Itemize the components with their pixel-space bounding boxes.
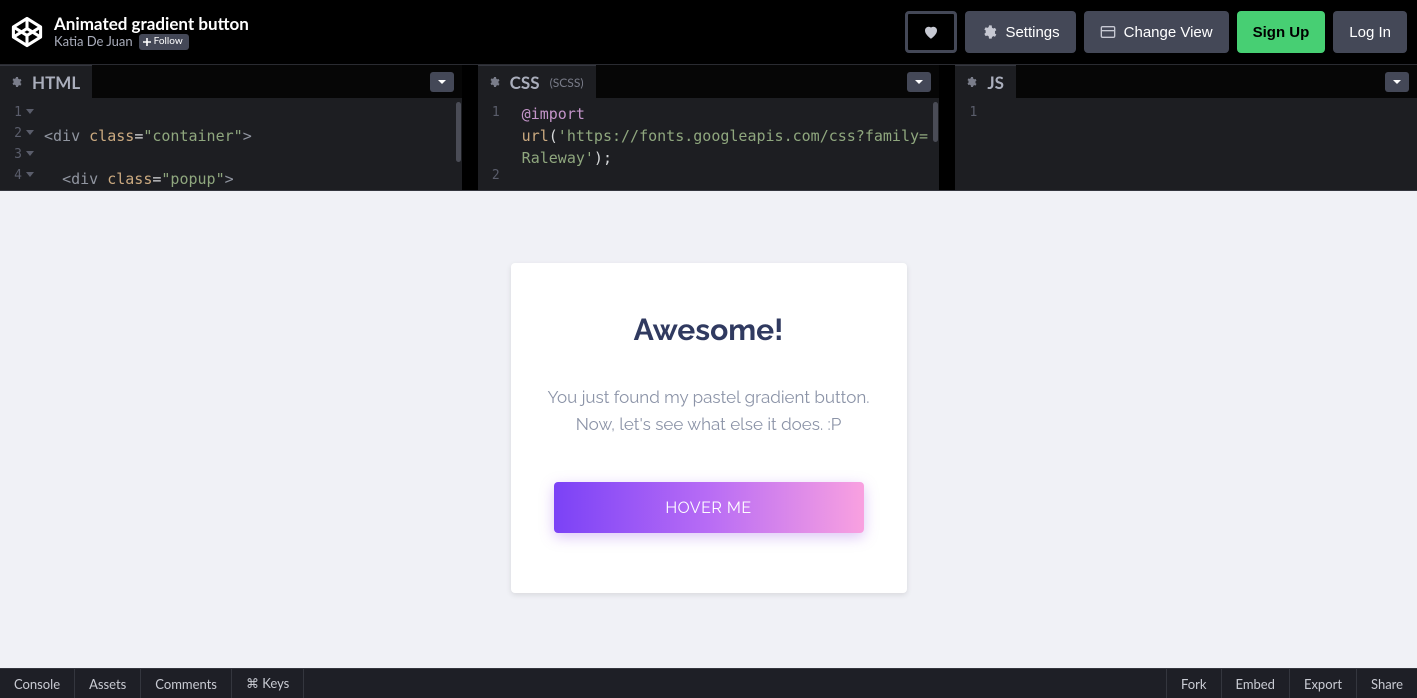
- codepen-logo-icon[interactable]: [10, 15, 44, 49]
- css-pane: CSS (SCSS) 1 2 @import url('https://font…: [478, 65, 940, 190]
- js-tab[interactable]: JS: [955, 65, 1016, 98]
- popup-card: Awesome! You just found my pastel gradie…: [511, 263, 907, 593]
- gear-icon: [965, 76, 977, 88]
- editor-row: HTML 1 2 3 4 <div class="container"> <di…: [0, 65, 1417, 191]
- pen-title: Animated gradient button: [54, 14, 249, 34]
- html-tab[interactable]: HTML: [0, 65, 92, 98]
- layout-icon: [1100, 24, 1116, 40]
- embed-button[interactable]: Embed: [1221, 669, 1289, 698]
- export-button[interactable]: Export: [1289, 669, 1356, 698]
- author-link[interactable]: Katia De Juan: [54, 34, 133, 49]
- follow-button[interactable]: Follow: [139, 34, 189, 50]
- follow-label: Follow: [154, 36, 183, 48]
- preview-pane: Awesome! You just found my pastel gradie…: [0, 191, 1417, 670]
- gear-icon: [981, 24, 997, 40]
- css-editor[interactable]: 1 2 @import url('https://fonts.googleapi…: [478, 98, 940, 190]
- gutter: 1 2: [478, 98, 508, 190]
- assets-button[interactable]: Assets: [75, 669, 141, 698]
- code-body[interactable]: <div class="container"> <div class="popu…: [30, 98, 462, 190]
- heart-icon: [922, 23, 940, 41]
- html-pane-header: HTML: [0, 65, 462, 98]
- title-block: Animated gradient button Katia De Juan F…: [54, 14, 249, 49]
- css-preprocessor: (SCSS): [550, 75, 584, 90]
- html-pane-menu[interactable]: [430, 72, 454, 92]
- html-pane: HTML 1 2 3 4 <div class="container"> <di…: [0, 65, 462, 190]
- css-title: CSS: [510, 72, 540, 93]
- popup-body: You just found my pastel gradient button…: [545, 384, 873, 438]
- log-in-button[interactable]: Log In: [1333, 11, 1407, 53]
- console-button[interactable]: Console: [0, 669, 75, 698]
- js-pane-menu[interactable]: [1385, 72, 1409, 92]
- hover-me-button[interactable]: HOVER ME: [554, 482, 864, 533]
- change-view-label: Change View: [1124, 24, 1213, 41]
- css-tab[interactable]: CSS (SCSS): [478, 65, 596, 98]
- popup-title: Awesome!: [545, 313, 873, 348]
- gear-icon: [10, 76, 22, 88]
- code-body[interactable]: @import url('https://fonts.googleapis.co…: [508, 98, 940, 190]
- js-pane: JS 1: [955, 65, 1417, 190]
- settings-button[interactable]: Settings: [965, 11, 1075, 53]
- header: Animated gradient button Katia De Juan F…: [0, 0, 1417, 65]
- sign-up-button[interactable]: Sign Up: [1237, 11, 1326, 53]
- js-title: JS: [987, 72, 1004, 93]
- css-pane-header: CSS (SCSS): [478, 65, 940, 98]
- love-button[interactable]: [905, 11, 957, 53]
- settings-label: Settings: [1005, 24, 1059, 41]
- keys-button[interactable]: ⌘ Keys: [232, 669, 304, 698]
- gutter: 1: [955, 98, 985, 190]
- share-button[interactable]: Share: [1356, 669, 1417, 698]
- gutter: 1 2 3 4: [0, 98, 30, 190]
- code-body[interactable]: [985, 98, 1417, 190]
- plus-icon: [143, 38, 151, 46]
- html-editor[interactable]: 1 2 3 4 <div class="container"> <div cla…: [0, 98, 462, 190]
- chevron-down-icon: [914, 77, 924, 87]
- chevron-down-icon: [1392, 77, 1402, 87]
- footer: Console Assets Comments ⌘ Keys Fork Embe…: [0, 668, 1417, 698]
- js-pane-header: JS: [955, 65, 1417, 98]
- gear-icon: [488, 76, 500, 88]
- change-view-button[interactable]: Change View: [1084, 11, 1229, 53]
- html-title: HTML: [32, 72, 80, 93]
- fork-button[interactable]: Fork: [1166, 669, 1221, 698]
- chevron-down-icon: [437, 77, 447, 87]
- comments-button[interactable]: Comments: [141, 669, 232, 698]
- css-pane-menu[interactable]: [907, 72, 931, 92]
- js-editor[interactable]: 1: [955, 98, 1417, 190]
